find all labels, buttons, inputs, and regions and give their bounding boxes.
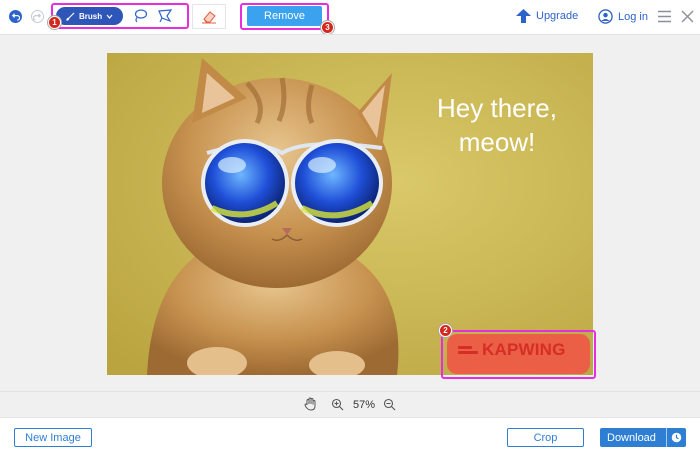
- upgrade-label: Upgrade: [536, 10, 579, 22]
- close-icon[interactable]: [681, 10, 694, 23]
- photo-caption: Hey there, meow!: [407, 91, 587, 159]
- caption-line-2: meow!: [458, 127, 536, 157]
- login-link[interactable]: Log in: [598, 9, 648, 24]
- zoom-level: 57%: [353, 399, 376, 411]
- history-button[interactable]: [666, 428, 686, 447]
- step-badge-3: 3: [321, 21, 334, 34]
- polygon-lasso-icon[interactable]: [157, 8, 173, 24]
- zoom-bar: [0, 392, 700, 418]
- brush-label: Brush: [79, 11, 103, 21]
- crop-button[interactable]: Crop: [507, 428, 584, 447]
- user-icon: [598, 9, 613, 24]
- top-toolbar: Brush Remove Upgrade Log in: [0, 0, 700, 34]
- redo-button[interactable]: [31, 10, 44, 23]
- redo-icon: [33, 13, 42, 21]
- step-badge-2: 2: [439, 324, 452, 337]
- menu-icon[interactable]: [657, 10, 672, 23]
- eraser-icon: [202, 10, 216, 23]
- upgrade-link[interactable]: Upgrade: [516, 9, 578, 23]
- bottom-bar: [0, 418, 700, 454]
- remove-button[interactable]: Remove: [247, 6, 322, 26]
- zoom-in-icon[interactable]: [331, 398, 344, 411]
- watermark-highlight: [441, 330, 596, 379]
- brush-tool-button[interactable]: Brush: [56, 7, 123, 25]
- cat-photo[interactable]: Hey there, meow!: [107, 53, 593, 375]
- download-label: Download: [607, 431, 656, 444]
- clock-icon: [671, 432, 682, 443]
- eraser-button[interactable]: [192, 4, 226, 29]
- download-button[interactable]: Download: [600, 428, 686, 447]
- undo-button[interactable]: [9, 10, 22, 23]
- brush-icon: [66, 12, 75, 21]
- zoom-out-icon[interactable]: [383, 398, 396, 411]
- lasso-icon[interactable]: [132, 8, 148, 24]
- upgrade-icon: [516, 9, 531, 23]
- new-image-button[interactable]: New Image: [14, 428, 92, 447]
- chevron-down-icon: [106, 14, 113, 19]
- hand-icon[interactable]: [304, 397, 317, 411]
- step-badge-1: 1: [48, 16, 61, 29]
- undo-icon: [11, 13, 20, 21]
- caption-line-1: Hey there,: [437, 93, 557, 123]
- login-label: Log in: [618, 10, 648, 23]
